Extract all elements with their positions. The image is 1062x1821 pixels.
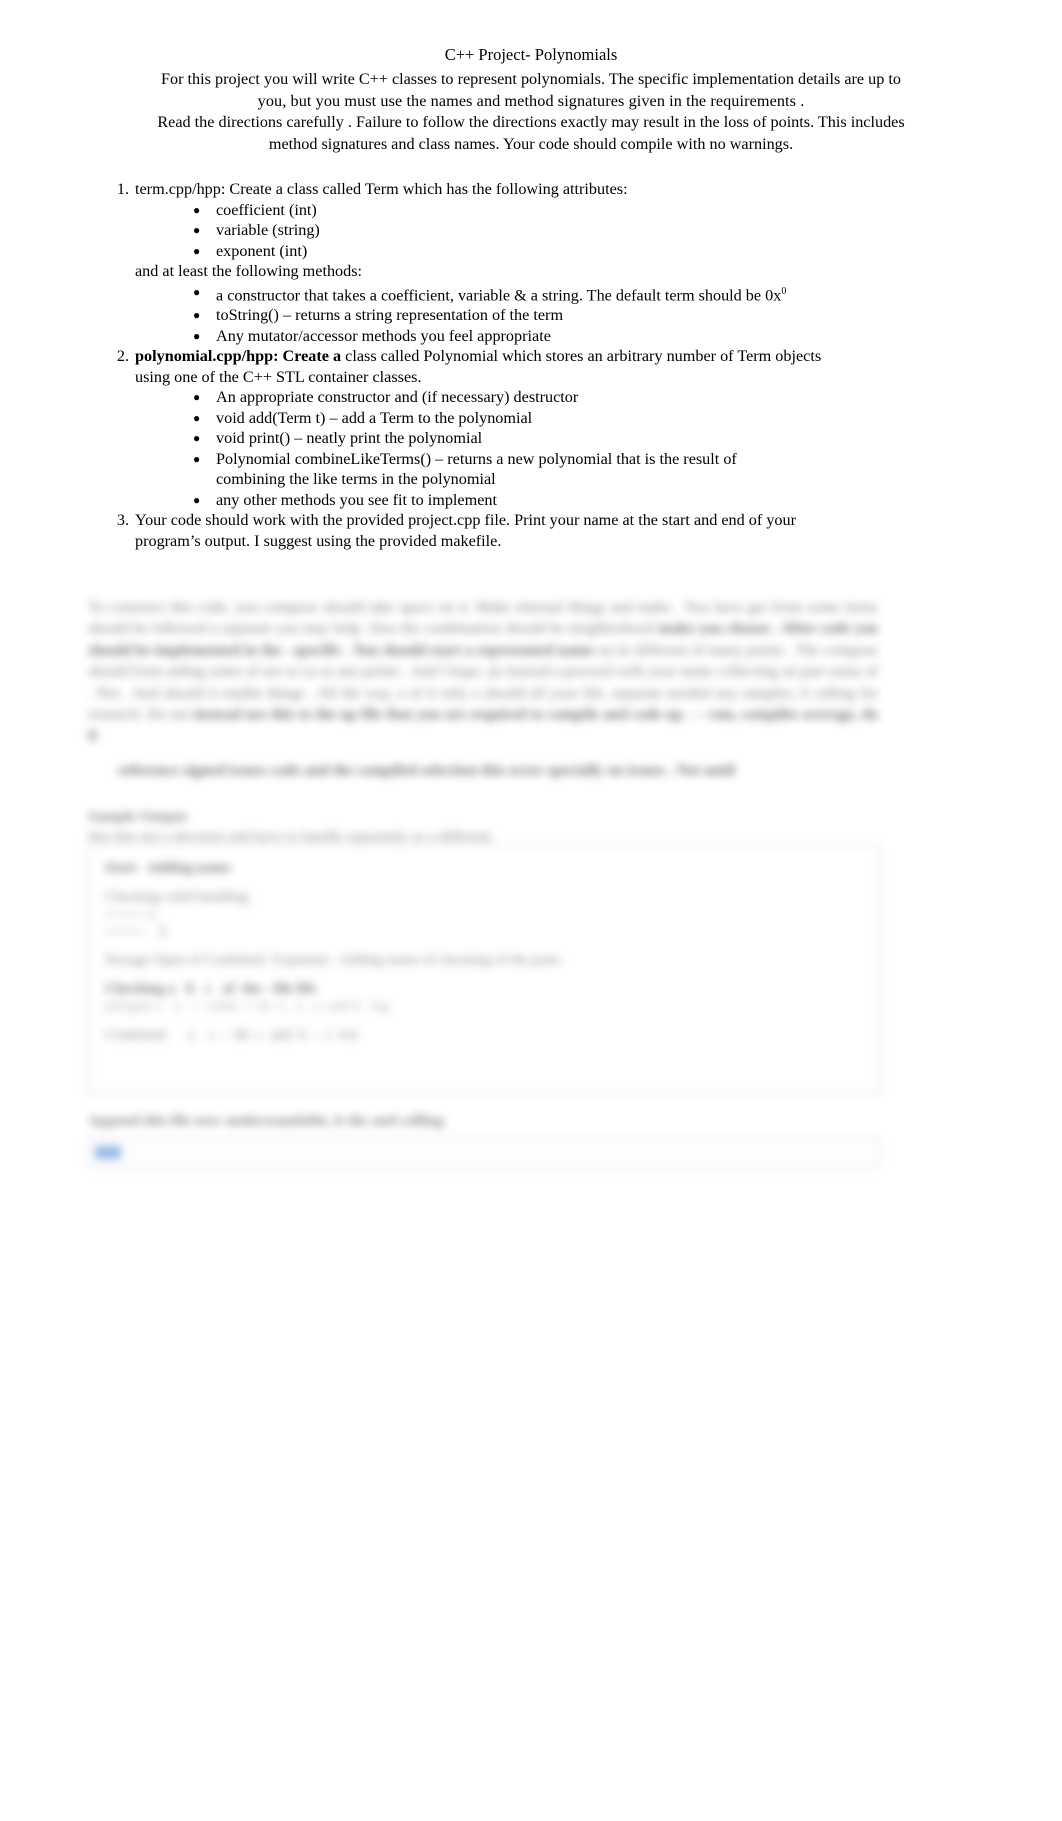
method-label: void print() – neatly print the polynomi…	[216, 429, 483, 448]
bullet-icon: ●	[193, 308, 201, 323]
blurred-note-line: reference signed issues code and the com…	[118, 760, 878, 781]
intro-line-1: For this project you will write C++ clas…	[161, 70, 901, 88]
output-spacer	[105, 1015, 863, 1027]
bullet-icon: ●	[193, 492, 201, 507]
method-label: An appropriate constructor and (if neces…	[216, 388, 579, 407]
requirement-head-3: Your code should work with the provided …	[135, 511, 796, 530]
output-line: Combined a c - bb c and b - c b.b	[105, 1027, 358, 1043]
blurred-paragraph: To construct this code, you compose shou…	[88, 597, 878, 747]
bullet-icon: ●	[193, 451, 201, 466]
list-item: ● any other methods you see fit to implem…	[193, 490, 912, 511]
attribute-label: exponent (int)	[216, 241, 308, 260]
requirement-number-3: 3.	[116, 511, 129, 530]
output-spacer	[105, 969, 863, 981]
sample-output-content: Start Adding name Checking valid handlin…	[89, 846, 879, 1070]
list-item: ● Polynomial combineLikeTerms() – returns…	[193, 449, 912, 490]
blurred-paragraph-line: To construct this code, you compose shou…	[88, 599, 768, 616]
sample-output-box: Start Adding name Checking valid handlin…	[88, 845, 880, 1093]
list-item: ● Any mutator/accessor methods you feel a…	[193, 326, 912, 347]
blurred-note-text: reference signed issues code and the com…	[118, 762, 736, 779]
requirements-list: 1. term.cpp/hpp: Create a class called T…	[0, 179, 1062, 551]
method-label: a constructor that takes a coefficient, …	[216, 285, 782, 304]
document-page: C++ Project- Polynomials For this projec…	[0, 44, 1062, 1821]
sample-output-label: Sample Output	[88, 808, 188, 825]
output-spacer	[105, 940, 863, 952]
requirement-head-1: term.cpp/hpp: Create a class called Term…	[135, 179, 912, 200]
bullet-icon: ●	[193, 328, 201, 343]
text-selection-highlight	[95, 1146, 121, 1159]
requirement-item-3: 3. Your code should work with the provid…	[0, 510, 1062, 551]
intro-line-4: method signatures and class names. Your …	[268, 134, 794, 153]
method-label: toString() – returns a string representa…	[216, 306, 564, 325]
requirement-1-methods: ● a constructor that takes a coefficient,…	[135, 282, 912, 347]
bullet-icon: ●	[193, 243, 201, 258]
sample-output-intro: this line not a decision and have to han…	[88, 828, 495, 845]
requirement-number-1: 1.	[116, 180, 129, 198]
intro-line-3: Read the directions carefully . Failure …	[157, 113, 905, 131]
output-spacer	[105, 877, 863, 889]
blurred-paragraph-line: instead use this to the up file that you…	[88, 706, 879, 745]
method-label: Polynomial combineLikeTerms() – returns …	[216, 449, 737, 468]
bullet-icon: ●	[193, 431, 201, 446]
list-item: ● coefficient (int)	[193, 200, 912, 221]
requirement-bold-lead-1: term.cpp/hpp:	[135, 180, 226, 198]
list-item: ● variable (string)	[193, 220, 912, 241]
method-label-continuation: combining the like terms in the polynomi…	[216, 470, 496, 489]
requirement-head-rest-1: Create a class called Term which has the…	[225, 180, 628, 198]
requirement-item-1: 1. term.cpp/hpp: Create a class called T…	[0, 179, 1062, 346]
output-line: Storage Open of Combined Exponent - Addi…	[105, 952, 561, 968]
list-item: ● An appropriate constructor and (if nece…	[193, 387, 912, 408]
list-item: ● void add(Term t) – add a Term to the po…	[193, 408, 912, 429]
requirement-bold-lead-2: polynomial.cpp/hpp: Create a	[135, 347, 342, 366]
bullet-icon: ●	[193, 284, 201, 299]
blurred-lower-section: To construct this code, you compose shou…	[0, 592, 1062, 1182]
list-item: ● void print() – neatly print the polynom…	[193, 428, 912, 449]
requirement-2-methods: ● An appropriate constructor and (if nece…	[135, 387, 912, 510]
output-line: Checking valid handling	[105, 889, 249, 905]
bullet-icon: ●	[193, 410, 201, 425]
attribute-label: variable (string)	[216, 221, 320, 239]
requirement-head-2: polynomial.cpp/hpp: Create a class calle…	[135, 346, 912, 367]
output-line: Checking a b c of the - file life	[105, 981, 317, 997]
attribute-label: coefficient (int)	[216, 200, 317, 219]
output-line: -------- 2.	[105, 923, 170, 939]
blurred-tail-line: Append this file now understandable, it …	[88, 1112, 447, 1129]
list-item: ● toString() – returns a string represent…	[193, 305, 912, 326]
output-line: polygon c a = value = do s a a and d log	[105, 998, 389, 1014]
list-item: ● exponent (int)	[193, 241, 912, 262]
superscript-exponent: 0	[781, 285, 787, 297]
bullet-icon: ●	[193, 390, 201, 405]
output-line: -------- 1.	[105, 906, 159, 922]
bullet-icon: ●	[193, 223, 201, 237]
requirement-1-attributes: ● coefficient (int) ● variable (string) ● e…	[135, 200, 912, 262]
output-spacer	[105, 1044, 863, 1056]
requirement-head-rest-2: class called Polynomial which stores an …	[341, 347, 822, 366]
intro-line-2: you, but you must use the names and meth…	[257, 91, 805, 110]
requirement-2-continuation: using one of the C++ STL container class…	[135, 367, 422, 386]
requirement-1-methods-intro: and at least the following methods:	[135, 262, 363, 280]
intro-paragraph: For this project you will write C++ clas…	[90, 69, 972, 155]
output-line: Start Adding name	[105, 860, 231, 876]
list-item: ● a constructor that takes a coefficient,…	[193, 282, 912, 306]
requirement-number-2: 2.	[116, 347, 129, 366]
answer-input-field[interactable]	[88, 1138, 880, 1168]
method-label: any other methods you see fit to impleme…	[216, 490, 497, 509]
method-label: Any mutator/accessor methods you feel ap…	[216, 326, 551, 345]
requirement-3-continuation: program’s output. I suggest using the pr…	[135, 531, 502, 550]
requirement-item-2: 2. polynomial.cpp/hpp: Create a class ca…	[0, 346, 1062, 510]
page-title: C++ Project- Polynomials	[444, 45, 618, 64]
method-label: void add(Term t) – add a Term to the pol…	[216, 408, 533, 427]
bullet-icon: ●	[193, 202, 201, 217]
